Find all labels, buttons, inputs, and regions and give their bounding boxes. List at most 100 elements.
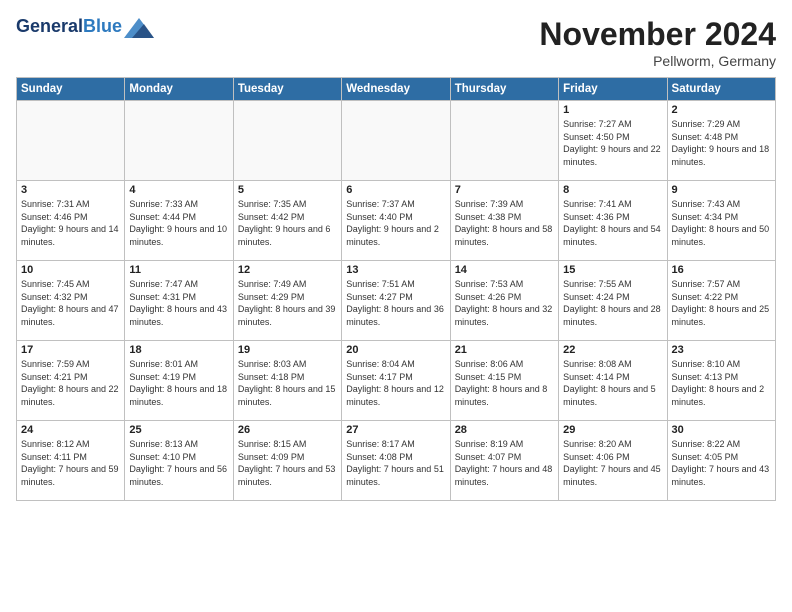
calendar-week-3: 10 Sunrise: 7:45 AM Sunset: 4:32 PM Dayli… <box>17 261 776 341</box>
calendar-cell: 14Sunrise: 7:53 AM Sunset: 4:26 PM Dayli… <box>450 261 558 341</box>
day-info: Sunrise: 7:49 AM Sunset: 4:29 PM Dayligh… <box>238 278 337 328</box>
calendar-cell: 25Sunrise: 8:13 AM Sunset: 4:10 PM Dayli… <box>125 421 233 501</box>
day-info: Sunrise: 7:41 AM Sunset: 4:36 PM Dayligh… <box>563 198 662 248</box>
calendar-cell: 2 Sunrise: 7:29 AM Sunset: 4:48 PM Daylig… <box>667 101 775 181</box>
calendar-cell <box>125 101 233 181</box>
calendar-cell: 6 Sunrise: 7:37 AM Sunset: 4:40 PM Daylig… <box>342 181 450 261</box>
day-info: Sunrise: 8:19 AM Sunset: 4:07 PM Dayligh… <box>455 438 554 488</box>
calendar-week-4: 17Sunrise: 7:59 AM Sunset: 4:21 PM Dayli… <box>17 341 776 421</box>
day-number: 17 <box>21 344 120 356</box>
calendar-cell: 24 Sunrise: 8:12 AM Sunset: 4:11 PM Dayli… <box>17 421 125 501</box>
day-number: 16 <box>672 264 771 276</box>
day-number: 8 <box>563 184 662 196</box>
calendar-week-1: 1 Sunrise: 7:27 AM Sunset: 4:50 PM Daylig… <box>17 101 776 181</box>
calendar-cell: 21 Sunrise: 8:06 AM Sunset: 4:15 PM Dayli… <box>450 341 558 421</box>
subtitle: Pellworm, Germany <box>539 53 776 69</box>
logo-text: GeneralBlue <box>16 17 122 37</box>
day-number: 2 <box>672 104 771 116</box>
day-number: 23 <box>672 344 771 356</box>
day-number: 24 <box>21 424 120 436</box>
calendar-cell <box>233 101 341 181</box>
day-number: 20 <box>346 344 445 356</box>
calendar-cell: 13Sunrise: 7:51 AM Sunset: 4:27 PM Dayli… <box>342 261 450 341</box>
logo-icon <box>124 16 154 38</box>
day-number: 12 <box>238 264 337 276</box>
day-number: 13 <box>346 264 445 276</box>
day-number: 21 <box>455 344 554 356</box>
day-number: 15 <box>563 264 662 276</box>
day-info: Sunrise: 8:15 AM Sunset: 4:09 PM Dayligh… <box>238 438 337 488</box>
day-info: Sunrise: 7:29 AM Sunset: 4:48 PM Dayligh… <box>672 118 771 168</box>
day-info: Sunrise: 7:39 AM Sunset: 4:38 PM Dayligh… <box>455 198 554 248</box>
day-info: Sunrise: 8:06 AM Sunset: 4:15 PM Dayligh… <box>455 358 554 408</box>
day-info: Sunrise: 7:45 AM Sunset: 4:32 PM Dayligh… <box>21 278 120 328</box>
day-info: Sunrise: 8:20 AM Sunset: 4:06 PM Dayligh… <box>563 438 662 488</box>
day-info: Sunrise: 7:27 AM Sunset: 4:50 PM Dayligh… <box>563 118 662 168</box>
day-number: 22 <box>563 344 662 356</box>
col-monday: Monday <box>125 78 233 101</box>
calendar-cell: 17Sunrise: 7:59 AM Sunset: 4:21 PM Dayli… <box>17 341 125 421</box>
calendar-cell: 16Sunrise: 7:57 AM Sunset: 4:22 PM Dayli… <box>667 261 775 341</box>
calendar-week-5: 24 Sunrise: 8:12 AM Sunset: 4:11 PM Dayli… <box>17 421 776 501</box>
day-number: 26 <box>238 424 337 436</box>
day-info: Sunrise: 7:43 AM Sunset: 4:34 PM Dayligh… <box>672 198 771 248</box>
col-saturday: Saturday <box>667 78 775 101</box>
calendar-cell: 30 Sunrise: 8:22 AM Sunset: 4:05 PM Dayli… <box>667 421 775 501</box>
logo: GeneralBlue <box>16 16 154 38</box>
calendar-cell: 18 Sunrise: 8:01 AM Sunset: 4:19 PM Dayli… <box>125 341 233 421</box>
day-number: 1 <box>563 104 662 116</box>
day-info: Sunrise: 7:47 AM Sunset: 4:31 PM Dayligh… <box>129 278 228 328</box>
day-number: 18 <box>129 344 228 356</box>
calendar-cell: 8 Sunrise: 7:41 AM Sunset: 4:36 PM Daylig… <box>559 181 667 261</box>
day-number: 14 <box>455 264 554 276</box>
day-number: 29 <box>563 424 662 436</box>
day-number: 19 <box>238 344 337 356</box>
day-number: 4 <box>129 184 228 196</box>
title-block: November 2024 Pellworm, Germany <box>539 16 776 69</box>
day-number: 10 <box>21 264 120 276</box>
col-friday: Friday <box>559 78 667 101</box>
calendar-cell: 9 Sunrise: 7:43 AM Sunset: 4:34 PM Daylig… <box>667 181 775 261</box>
day-number: 27 <box>346 424 445 436</box>
calendar-cell: 3 Sunrise: 7:31 AM Sunset: 4:46 PM Daylig… <box>17 181 125 261</box>
day-info: Sunrise: 8:17 AM Sunset: 4:08 PM Dayligh… <box>346 438 445 488</box>
calendar-cell: 19Sunrise: 8:03 AM Sunset: 4:18 PM Dayli… <box>233 341 341 421</box>
calendar-cell: 4 Sunrise: 7:33 AM Sunset: 4:44 PM Daylig… <box>125 181 233 261</box>
day-number: 11 <box>129 264 228 276</box>
main-title: November 2024 <box>539 16 776 53</box>
calendar-cell <box>17 101 125 181</box>
calendar-cell: 26 Sunrise: 8:15 AM Sunset: 4:09 PM Dayli… <box>233 421 341 501</box>
day-info: Sunrise: 8:10 AM Sunset: 4:13 PM Dayligh… <box>672 358 771 408</box>
day-number: 30 <box>672 424 771 436</box>
day-info: Sunrise: 8:01 AM Sunset: 4:19 PM Dayligh… <box>129 358 228 408</box>
day-info: Sunrise: 8:04 AM Sunset: 4:17 PM Dayligh… <box>346 358 445 408</box>
day-info: Sunrise: 7:31 AM Sunset: 4:46 PM Dayligh… <box>21 198 120 248</box>
calendar-cell: 10 Sunrise: 7:45 AM Sunset: 4:32 PM Dayli… <box>17 261 125 341</box>
col-wednesday: Wednesday <box>342 78 450 101</box>
calendar-cell: 1 Sunrise: 7:27 AM Sunset: 4:50 PM Daylig… <box>559 101 667 181</box>
calendar-cell: 28Sunrise: 8:19 AM Sunset: 4:07 PM Dayli… <box>450 421 558 501</box>
calendar-cell: 11 Sunrise: 7:47 AM Sunset: 4:31 PM Dayli… <box>125 261 233 341</box>
col-thursday: Thursday <box>450 78 558 101</box>
day-number: 9 <box>672 184 771 196</box>
calendar-cell <box>450 101 558 181</box>
day-info: Sunrise: 7:55 AM Sunset: 4:24 PM Dayligh… <box>563 278 662 328</box>
calendar-cell: 5Sunrise: 7:35 AM Sunset: 4:42 PM Daylig… <box>233 181 341 261</box>
calendar-cell <box>342 101 450 181</box>
day-info: Sunrise: 8:22 AM Sunset: 4:05 PM Dayligh… <box>672 438 771 488</box>
day-info: Sunrise: 8:12 AM Sunset: 4:11 PM Dayligh… <box>21 438 120 488</box>
day-number: 6 <box>346 184 445 196</box>
col-sunday: Sunday <box>17 78 125 101</box>
calendar-header-row: Sunday Monday Tuesday Wednesday Thursday… <box>17 78 776 101</box>
calendar-cell: 7Sunrise: 7:39 AM Sunset: 4:38 PM Daylig… <box>450 181 558 261</box>
day-info: Sunrise: 7:33 AM Sunset: 4:44 PM Dayligh… <box>129 198 228 248</box>
day-info: Sunrise: 7:37 AM Sunset: 4:40 PM Dayligh… <box>346 198 445 248</box>
calendar-cell: 20 Sunrise: 8:04 AM Sunset: 4:17 PM Dayli… <box>342 341 450 421</box>
header: GeneralBlue November 2024 Pellworm, Germ… <box>16 16 776 69</box>
calendar-cell: 22Sunrise: 8:08 AM Sunset: 4:14 PM Dayli… <box>559 341 667 421</box>
calendar-cell: 15 Sunrise: 7:55 AM Sunset: 4:24 PM Dayli… <box>559 261 667 341</box>
day-info: Sunrise: 8:13 AM Sunset: 4:10 PM Dayligh… <box>129 438 228 488</box>
day-number: 3 <box>21 184 120 196</box>
page: GeneralBlue November 2024 Pellworm, Germ… <box>0 0 792 612</box>
day-number: 5 <box>238 184 337 196</box>
